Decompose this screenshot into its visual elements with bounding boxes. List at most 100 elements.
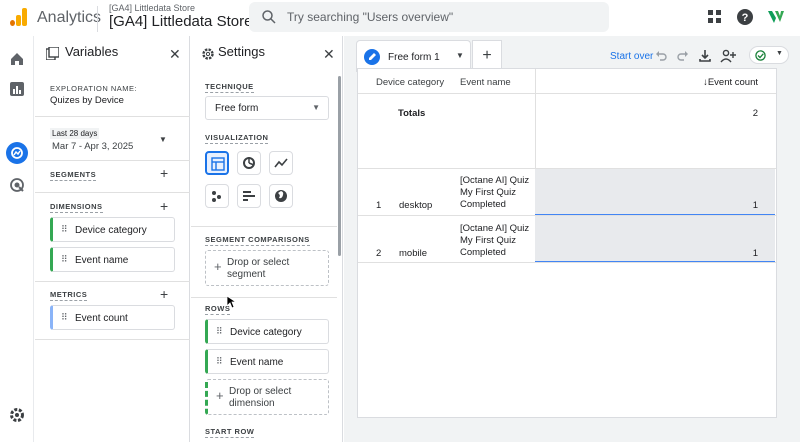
segment-drop-line1: Drop or select bbox=[227, 257, 290, 268]
property-name[interactable]: [GA4] Littledata Store bbox=[109, 13, 252, 30]
segment-drop-zone[interactable]: + Drop or select segment bbox=[205, 250, 329, 286]
divider bbox=[35, 192, 190, 193]
account-avatar-icon[interactable] bbox=[766, 8, 786, 26]
date-range-selector[interactable]: Last 28 days Mar 7 - Apr 3, 2025 ▼ bbox=[50, 128, 180, 156]
viz-line-button[interactable] bbox=[269, 151, 293, 175]
exploration-name-input[interactable]: Quizes by Device bbox=[50, 95, 124, 106]
row-chip-label: Device category bbox=[230, 327, 302, 338]
chevron-down-icon: ▼ bbox=[159, 135, 167, 144]
technique-dropdown[interactable]: Free form ▼ bbox=[205, 96, 329, 120]
metric-chip-label: Event count bbox=[75, 313, 128, 324]
viz-scatter-button[interactable] bbox=[205, 184, 229, 208]
app-name: Analytics bbox=[37, 9, 102, 26]
add-segment-icon[interactable]: + bbox=[160, 165, 168, 181]
admin-gear-icon[interactable] bbox=[8, 406, 26, 424]
exploration-canvas: Free form 1 ▼ + Start over ▼ Device cate… bbox=[344, 36, 800, 442]
drag-handle-icon[interactable]: ⠿ bbox=[61, 312, 68, 323]
exploration-name-label: EXPLORATION NAME: bbox=[50, 84, 138, 93]
drag-handle-icon[interactable]: ⠿ bbox=[61, 224, 68, 235]
divider bbox=[358, 262, 776, 263]
chevron-down-icon: ▼ bbox=[776, 50, 783, 57]
free-form-table: Device category Event name ↓Event count … bbox=[357, 68, 777, 418]
event-line: [Octane AI] Quiz bbox=[460, 175, 530, 186]
column-header-device-category[interactable]: Device category bbox=[376, 77, 444, 88]
tab-dropdown-icon[interactable]: ▼ bbox=[456, 51, 464, 60]
close-settings-icon[interactable]: ✕ bbox=[323, 46, 335, 63]
divider bbox=[191, 297, 337, 298]
settings-title: Settings bbox=[218, 44, 265, 59]
close-variables-icon[interactable]: ✕ bbox=[169, 46, 181, 63]
settings-gear-icon bbox=[202, 48, 214, 60]
divider bbox=[35, 339, 190, 340]
share-add-person-icon[interactable] bbox=[720, 49, 736, 63]
variables-icon bbox=[46, 47, 59, 60]
settings-panel: Settings ✕ TECHNIQUE Free form ▼ VISUALI… bbox=[191, 36, 343, 442]
redo-icon[interactable] bbox=[676, 49, 690, 63]
home-icon[interactable] bbox=[8, 50, 26, 68]
metric-chip-event-count[interactable]: ⠿ Event count bbox=[50, 305, 175, 330]
dimension-chip-event-name[interactable]: ⠿ Event name bbox=[50, 247, 175, 272]
dimension-drop-zone[interactable]: + Drop or select dimension bbox=[205, 379, 329, 415]
dimensions-label: DIMENSIONS bbox=[50, 202, 103, 213]
help-icon[interactable]: ? bbox=[736, 8, 754, 26]
download-icon[interactable] bbox=[698, 49, 712, 63]
add-dimension-icon[interactable]: + bbox=[160, 198, 168, 214]
event-line: [Octane AI] Quiz bbox=[460, 223, 530, 234]
metric-cell-bg bbox=[535, 169, 775, 214]
row-index: 1 bbox=[376, 200, 382, 211]
divider bbox=[97, 6, 98, 32]
technique-value: Free form bbox=[215, 103, 259, 114]
variables-title: Variables bbox=[65, 44, 119, 59]
search-input[interactable]: Try searching "Users overview" bbox=[287, 10, 453, 24]
cell-device-category[interactable]: mobile bbox=[399, 248, 427, 259]
tab-label: Free form 1 bbox=[388, 52, 440, 63]
viz-geo-button[interactable] bbox=[269, 184, 293, 208]
column-header-event-count[interactable]: ↓Event count bbox=[703, 77, 758, 88]
bar-chart-icon bbox=[243, 191, 255, 201]
divider bbox=[191, 226, 337, 227]
reports-icon[interactable] bbox=[8, 80, 26, 98]
viz-table-button[interactable] bbox=[205, 151, 229, 175]
status-menu[interactable]: ▼ bbox=[749, 46, 789, 64]
mouse-cursor-icon bbox=[227, 296, 236, 309]
event-line: Completed bbox=[460, 199, 506, 210]
svg-text:?: ? bbox=[742, 12, 749, 24]
dimension-chip-device-category[interactable]: ⠿ Device category bbox=[50, 217, 175, 242]
segment-comparisons-label: SEGMENT COMPARISONS bbox=[205, 235, 310, 246]
row-chip-label: Event name bbox=[230, 357, 284, 368]
cell-event-name[interactable]: [Octane AI] Quiz My First Quiz Completed bbox=[460, 223, 529, 259]
advertising-target-icon[interactable] bbox=[8, 176, 26, 194]
event-line: Completed bbox=[460, 247, 506, 258]
viz-bar-button[interactable] bbox=[237, 184, 261, 208]
row-chip-device-category[interactable]: ⠿ Device category bbox=[205, 319, 329, 344]
settings-scrollbar[interactable] bbox=[338, 76, 341, 256]
account-name[interactable]: [GA4] Littledata Store bbox=[109, 3, 195, 13]
start-over-button[interactable]: Start over bbox=[610, 51, 653, 62]
column-header-event-name[interactable]: Event name bbox=[460, 77, 511, 88]
divider bbox=[35, 160, 190, 161]
technique-label: TECHNIQUE bbox=[205, 82, 254, 93]
undo-icon[interactable] bbox=[654, 49, 668, 63]
dimension-drop-line1: Drop or select bbox=[229, 386, 292, 397]
search-icon bbox=[262, 10, 276, 24]
add-metric-icon[interactable]: + bbox=[160, 286, 168, 302]
drag-handle-icon[interactable]: ⠿ bbox=[61, 254, 68, 265]
edit-pencil-icon[interactable] bbox=[364, 49, 380, 65]
drag-handle-icon[interactable]: ⠿ bbox=[216, 356, 223, 367]
check-circle-icon bbox=[755, 50, 766, 61]
row-chip-event-name[interactable]: ⠿ Event name bbox=[205, 349, 329, 374]
cell-device-category[interactable]: desktop bbox=[399, 200, 432, 211]
date-range-text: Mar 7 - Apr 3, 2025 bbox=[52, 141, 134, 152]
search-bar[interactable]: Try searching "Users overview" bbox=[249, 2, 609, 32]
totals-value: 2 bbox=[752, 108, 758, 119]
date-preset: Last 28 days bbox=[50, 128, 100, 139]
apps-grid-icon[interactable] bbox=[706, 8, 724, 26]
metric-cell-bg bbox=[535, 216, 775, 261]
plus-icon: + bbox=[214, 259, 222, 274]
line-chart-icon bbox=[274, 158, 288, 168]
visualization-label: VISUALIZATION bbox=[205, 133, 269, 144]
viz-donut-button[interactable] bbox=[237, 151, 261, 175]
analytics-logo-icon[interactable] bbox=[10, 8, 28, 26]
drag-handle-icon[interactable]: ⠿ bbox=[216, 326, 223, 337]
cell-event-name[interactable]: [Octane AI] Quiz My First Quiz Completed bbox=[460, 175, 529, 211]
